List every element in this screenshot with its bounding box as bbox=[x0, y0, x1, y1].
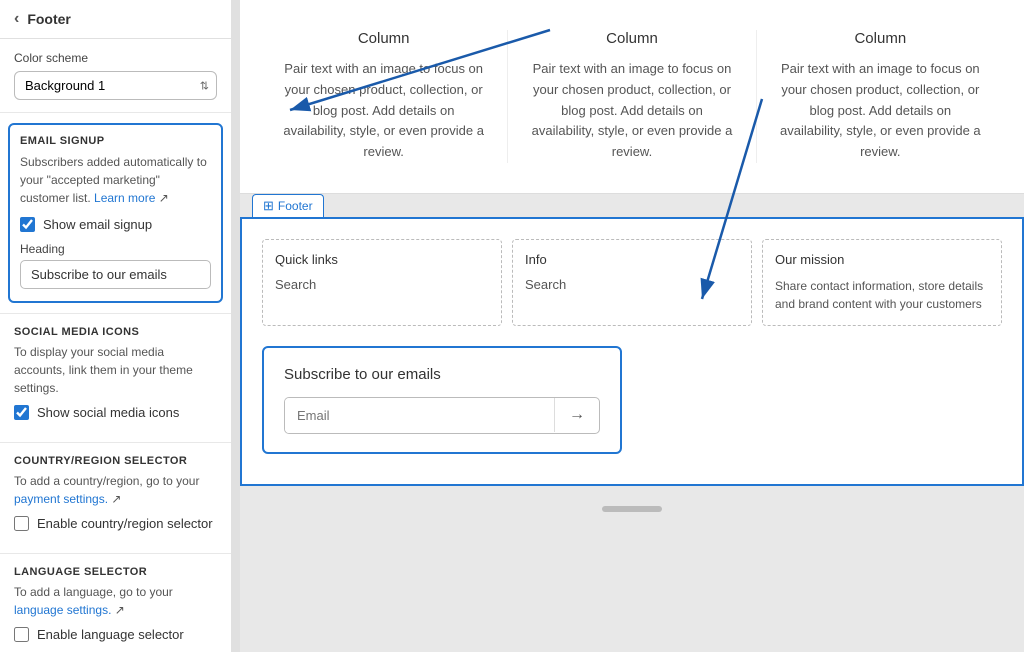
column-2-desc: Pair text with an image to focus on your… bbox=[528, 59, 735, 163]
social-media-section: SOCIAL MEDIA ICONS To display your socia… bbox=[0, 313, 231, 442]
email-input-row: → bbox=[284, 397, 600, 434]
enable-language-row: Enable language selector bbox=[14, 627, 217, 642]
footer-col-2: Info Search bbox=[512, 239, 752, 326]
country-region-section: COUNTRY/REGION SELECTOR To add a country… bbox=[0, 442, 231, 553]
enable-language-label: Enable language selector bbox=[37, 627, 184, 642]
footer-links-row: Quick links Search Info Search Our missi… bbox=[262, 239, 1002, 326]
color-scheme-section: Color scheme Background 1 Background 2 A… bbox=[0, 39, 231, 113]
resize-handle[interactable] bbox=[232, 0, 240, 652]
social-media-desc: To display your social media accounts, l… bbox=[14, 343, 217, 397]
footer-col-1-title: Quick links bbox=[275, 252, 489, 267]
footer-col-3-text: Share contact information, store details… bbox=[775, 277, 989, 313]
show-social-row: Show social media icons bbox=[14, 405, 217, 420]
email-submit-button[interactable]: → bbox=[554, 398, 599, 432]
scroll-handle-container bbox=[240, 486, 1024, 522]
show-social-label: Show social media icons bbox=[37, 405, 179, 420]
email-signup-description: Subscribers added automatically to your … bbox=[20, 153, 211, 207]
country-region-title: COUNTRY/REGION SELECTOR bbox=[14, 455, 217, 467]
language-desc: To add a language, go to your language s… bbox=[14, 583, 217, 619]
sidebar: ‹ Footer Color scheme Background 1 Backg… bbox=[0, 0, 232, 652]
show-email-row: Show email signup bbox=[20, 217, 211, 232]
columns-area: Column Pair text with an image to focus … bbox=[240, 0, 1024, 194]
sidebar-header: ‹ Footer bbox=[0, 0, 231, 39]
language-desc-text: To add a language, go to your bbox=[14, 585, 173, 599]
back-icon[interactable]: ‹ bbox=[14, 10, 19, 28]
subscribe-box: Subscribe to our emails → bbox=[262, 346, 622, 454]
column-2-title: Column bbox=[528, 30, 735, 47]
footer-section: Quick links Search Info Search Our missi… bbox=[240, 217, 1024, 486]
grid-icon: ⊞ bbox=[263, 198, 274, 214]
country-region-desc: To add a country/region, go to your paym… bbox=[14, 472, 217, 508]
external-link-icon: ↗ bbox=[159, 191, 169, 205]
footer-badge-label: Footer bbox=[278, 199, 313, 213]
email-signup-title: EMAIL SIGNUP bbox=[20, 135, 211, 147]
social-media-title: SOCIAL MEDIA ICONS bbox=[14, 326, 217, 338]
enable-country-row: Enable country/region selector bbox=[14, 516, 217, 531]
enable-country-checkbox[interactable] bbox=[14, 516, 29, 531]
language-title: LANGUAGE SELECTOR bbox=[14, 566, 217, 578]
column-2: Column Pair text with an image to focus … bbox=[508, 30, 756, 163]
column-1-desc: Pair text with an image to focus on your… bbox=[280, 59, 487, 163]
language-settings-link[interactable]: language settings. bbox=[14, 603, 111, 617]
show-email-checkbox[interactable] bbox=[20, 217, 35, 232]
show-social-checkbox[interactable] bbox=[14, 405, 29, 420]
color-scheme-select-wrapper: Background 1 Background 2 Accent 1 Accen… bbox=[14, 71, 217, 100]
heading-label: Heading bbox=[20, 242, 211, 256]
footer-badge[interactable]: ⊞ Footer bbox=[252, 194, 324, 217]
column-1: Column Pair text with an image to focus … bbox=[260, 30, 508, 163]
color-scheme-select[interactable]: Background 1 Background 2 Accent 1 Accen… bbox=[14, 71, 217, 100]
column-1-title: Column bbox=[280, 30, 487, 47]
payment-external-icon: ↗ bbox=[111, 492, 121, 506]
column-3-title: Column bbox=[777, 30, 984, 47]
scroll-handle bbox=[602, 506, 662, 512]
enable-language-checkbox[interactable] bbox=[14, 627, 29, 642]
subscribe-title: Subscribe to our emails bbox=[284, 366, 600, 383]
column-3: Column Pair text with an image to focus … bbox=[757, 30, 1004, 163]
language-section: LANGUAGE SELECTOR To add a language, go … bbox=[0, 553, 231, 652]
footer-col-2-title: Info bbox=[525, 252, 739, 267]
footer-col-3-title: Our mission bbox=[775, 252, 989, 267]
country-region-desc-text: To add a country/region, go to your bbox=[14, 474, 199, 488]
color-scheme-label: Color scheme bbox=[14, 51, 217, 65]
learn-more-link[interactable]: Learn more bbox=[94, 191, 155, 205]
footer-wrapper: ⊞ Footer Quick links Search Info bbox=[240, 194, 1024, 486]
enable-country-label: Enable country/region selector bbox=[37, 516, 213, 531]
email-signup-section: EMAIL SIGNUP Subscribers added automatic… bbox=[8, 123, 223, 303]
show-email-label: Show email signup bbox=[43, 217, 152, 232]
footer-col-2-link: Search bbox=[525, 277, 739, 292]
email-input[interactable] bbox=[285, 398, 554, 433]
footer-col-1: Quick links Search bbox=[262, 239, 502, 326]
footer-col-3: Our mission Share contact information, s… bbox=[762, 239, 1002, 326]
language-external-icon: ↗ bbox=[115, 603, 125, 617]
main-content: Column Pair text with an image to focus … bbox=[240, 0, 1024, 652]
footer-col-1-link: Search bbox=[275, 277, 489, 292]
sidebar-title: Footer bbox=[27, 11, 71, 27]
column-3-desc: Pair text with an image to focus on your… bbox=[777, 59, 984, 163]
heading-input[interactable] bbox=[20, 260, 211, 289]
payment-settings-link[interactable]: payment settings. bbox=[14, 492, 108, 506]
